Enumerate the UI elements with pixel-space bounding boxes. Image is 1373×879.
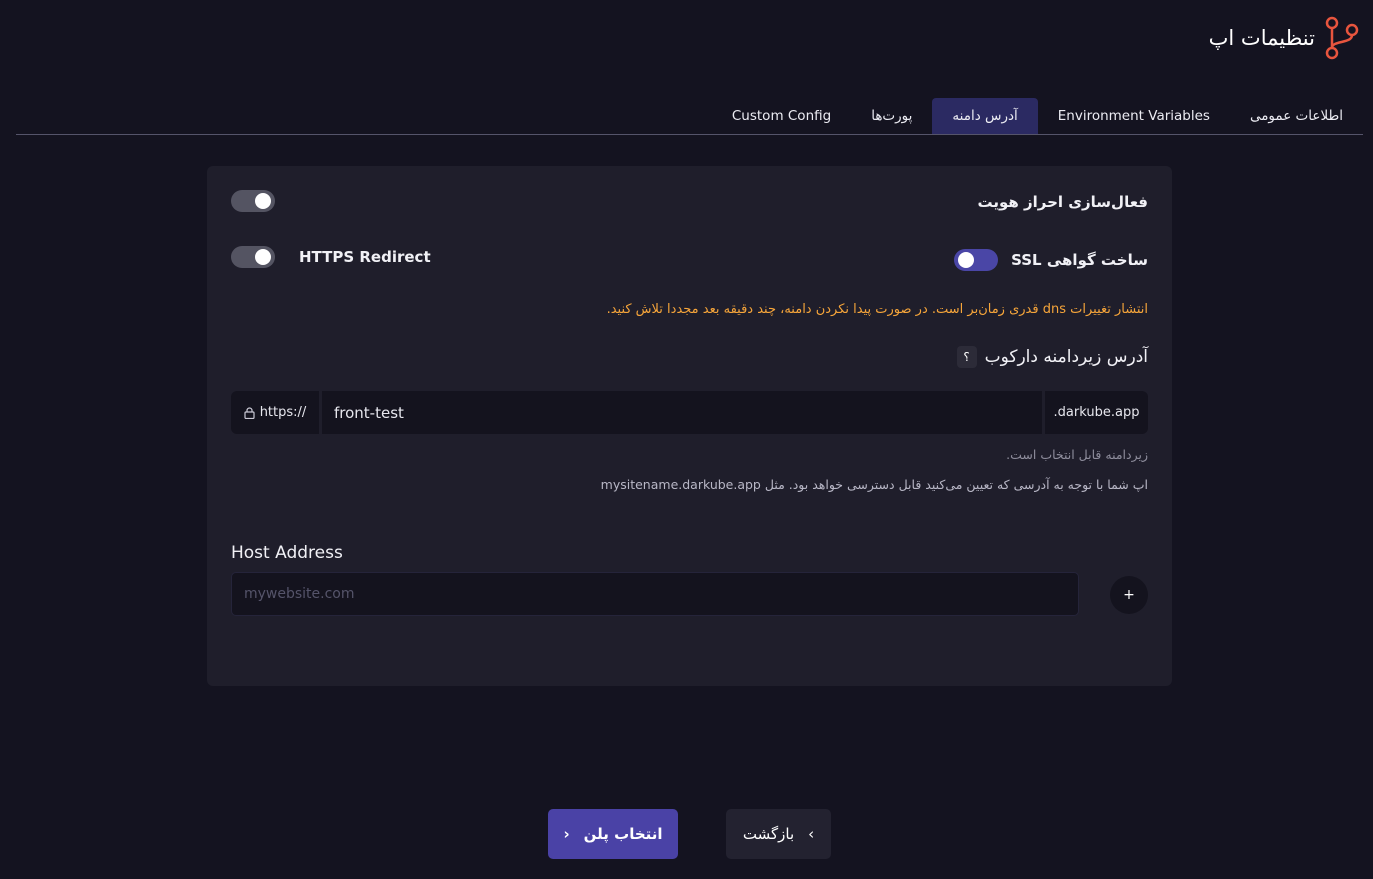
subdomain-hint: زیردامنه قابل انتخاب است. [1006,447,1148,462]
chevron-right-icon: › [808,825,815,843]
app-settings-page: تنظیمات اپ اطلاعات عمومی Environment Var… [0,0,1373,879]
host-address-input[interactable] [231,572,1079,616]
subdomain-input[interactable] [322,391,1042,434]
git-branch-icon [1325,16,1359,60]
access-hint: اپ شما با توجه به آدرسی که تعیین می‌کنید… [600,477,1148,492]
add-host-button[interactable]: + [1110,576,1148,614]
subdomain-url-row: https:// .darkube.app [231,391,1148,434]
back-label: بازگشت [742,825,795,843]
toggle-knob [255,249,271,265]
tab-custom-config[interactable]: Custom Config [712,98,851,134]
help-icon[interactable]: ؟ [956,346,977,368]
subdomain-title: آدرس زیردامنه دارکوب [984,347,1148,367]
select-plan-button[interactable]: انتخاب پلن ‹ [548,809,678,859]
https-redirect-label: HTTPS Redirect [299,248,431,266]
chevron-left-icon: ‹ [563,825,570,843]
tab-general-info[interactable]: اطلاعات عمومی [1230,98,1363,134]
domain-settings-card: فعال‌سازی احراز هویت ساخت گواهی SSL HTTP… [207,166,1172,686]
ssl-toggle[interactable] [954,249,998,271]
auth-toggle-label: فعال‌سازی احراز هویت [977,193,1148,211]
host-address-label: Host Address [231,543,343,563]
page-header: تنظیمات اپ [1209,16,1359,60]
lock-icon [244,406,255,419]
subdomain-title-row: آدرس زیردامنه دارکوب ؟ [956,346,1148,368]
tab-bar: اطلاعات عمومی Environment Variables آدرس… [16,98,1363,135]
select-plan-label: انتخاب پلن [583,825,663,843]
toggle-knob [958,252,974,268]
tab-ports[interactable]: پورت‌ها [851,98,932,134]
url-suffix: .darkube.app [1045,391,1148,434]
auth-toggle[interactable] [231,190,275,212]
url-prefix-text: https:// [259,405,307,420]
https-redirect-toggle[interactable] [231,246,275,268]
dns-warning: انتشار تغییرات dns قدری زمان‌بر است. در … [606,302,1148,317]
tab-domain-address[interactable]: آدرس دامنه [932,98,1038,134]
page-title: تنظیمات اپ [1208,26,1315,50]
toggle-knob [255,193,271,209]
tab-environment-variables[interactable]: Environment Variables [1038,98,1230,134]
back-button[interactable]: بازگشت › [726,809,831,859]
ssl-toggle-label: ساخت گواهی SSL [1011,251,1148,269]
url-prefix: https:// [231,391,319,434]
